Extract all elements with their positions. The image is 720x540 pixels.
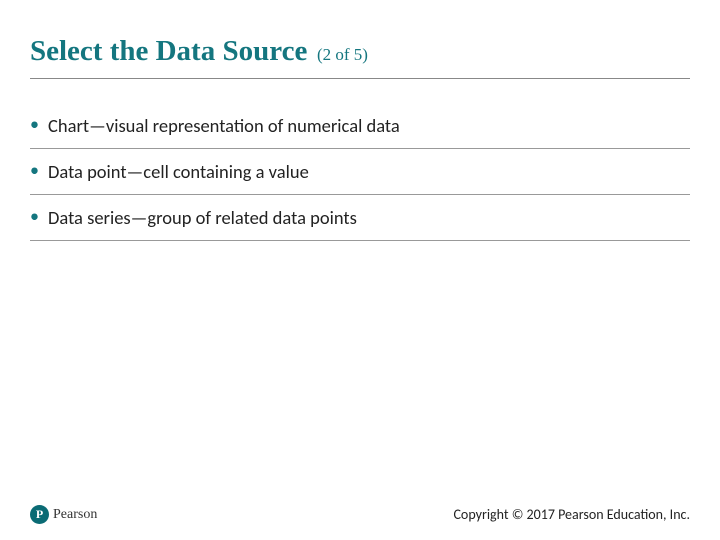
- footer: P Pearson Copyright © 2017 Pearson Educa…: [30, 505, 690, 524]
- copyright-text: Copyright © 2017 Pearson Education, Inc.: [453, 506, 690, 523]
- slide-container: Select the Data Source (2 of 5) Chart—vi…: [0, 0, 720, 540]
- list-item: Data series—group of related data points: [30, 195, 690, 241]
- pearson-logo-text: Pearson: [53, 507, 97, 523]
- list-item: Data point—cell containing a value: [30, 149, 690, 195]
- slide-title: Select the Data Source: [30, 35, 307, 67]
- pearson-logo: P Pearson: [30, 505, 97, 524]
- title-block: Select the Data Source (2 of 5): [30, 35, 690, 79]
- slide-progress: (2 of 5): [317, 45, 368, 64]
- pearson-logo-icon: P: [30, 505, 49, 524]
- bullet-list: Chart—visual representation of numerical…: [30, 103, 690, 241]
- list-item: Chart—visual representation of numerical…: [30, 103, 690, 149]
